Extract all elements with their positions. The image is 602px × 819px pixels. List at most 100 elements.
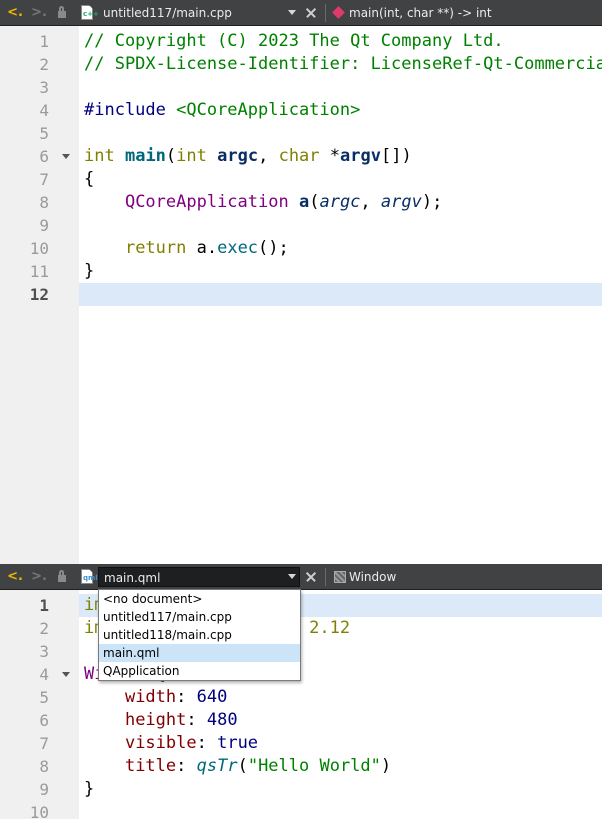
- document-combobox[interactable]: untitled117/main.cpp: [98, 3, 300, 23]
- line-number: 8: [39, 193, 49, 212]
- line-number: 10: [29, 803, 49, 819]
- chevron-down-icon[interactable]: [288, 574, 296, 579]
- code-token: title: [124, 756, 177, 776]
- cpp-file-icon: c++: [81, 5, 99, 20]
- top-code-editor[interactable]: 1 2 3 4 5 6 7 8 9 10 11 12 // Copyright (C) 2023 Th…: [0, 26, 602, 564]
- code-token: argc: [217, 146, 259, 166]
- document-dropdown-list[interactable]: <no document> untitled117/main.cpp untitle…: [98, 589, 301, 681]
- code-line[interactable]: }: [84, 260, 94, 283]
- line-number: 6: [39, 147, 49, 166]
- line-number: 5: [39, 688, 49, 707]
- line-number: 8: [39, 757, 49, 776]
- back-arrow-icon[interactable]: <.: [6, 0, 24, 26]
- close-icon[interactable]: [305, 0, 319, 26]
- code-line[interactable]: int main(int argc, char *argv[]): [84, 145, 412, 168]
- code-line[interactable]: QCoreApplication a(argc, argv);: [84, 191, 442, 214]
- code-line[interactable]: #include <QCoreApplication>: [84, 99, 360, 122]
- code-token: []): [380, 146, 412, 166]
- back-arrow-icon[interactable]: <.: [6, 564, 24, 590]
- line-number-gutter[interactable]: 1 2 3 4 5 6 7 8 9 10: [0, 590, 79, 819]
- line-number: 1: [39, 32, 49, 51]
- code-token: qsTr: [196, 756, 238, 776]
- code-token: argv: [340, 146, 381, 166]
- line-number: 6: [39, 711, 49, 730]
- bottom-editor-toolbar: <. >. qml main.qml Window: [0, 564, 602, 590]
- code-token: a: [298, 192, 310, 212]
- code-token: 640: [196, 687, 228, 707]
- lock-icon[interactable]: [55, 0, 69, 26]
- qml-file-icon: qml: [81, 569, 98, 584]
- fold-arrow-icon[interactable]: [62, 154, 70, 159]
- document-combobox[interactable]: main.qml: [98, 567, 300, 587]
- fold-arrow-icon[interactable]: [62, 672, 70, 677]
- code-line[interactable]: // Copyright (C) 2023 The Qt Company Ltd…: [84, 30, 504, 53]
- code-line[interactable]: height: 480: [84, 709, 238, 732]
- code-token: true: [217, 733, 259, 753]
- code-token: 480: [206, 710, 238, 730]
- code-line[interactable]: return a.exec();: [84, 237, 289, 260]
- code-token: "Hello World": [247, 756, 381, 776]
- dropdown-item[interactable]: <no document>: [99, 590, 300, 608]
- code-token: (: [309, 192, 320, 212]
- code-token: }: [84, 261, 95, 281]
- code-token: :: [196, 733, 218, 753]
- lock-icon[interactable]: [55, 564, 69, 590]
- code-area[interactable]: // Copyright (C) 2023 The Qt Company Ltd…: [84, 26, 602, 564]
- dropdown-item[interactable]: QApplication: [99, 662, 300, 680]
- code-line[interactable]: width: 640: [84, 686, 227, 709]
- code-token: exec: [217, 238, 259, 258]
- symbol-combobox[interactable]: Window: [349, 564, 396, 590]
- code-token: int: [176, 146, 207, 166]
- line-number-gutter[interactable]: 1 2 3 4 5 6 7 8 9 10 11 12: [0, 26, 79, 564]
- code-line[interactable]: {: [84, 168, 94, 191]
- line-number: 3: [39, 642, 49, 661]
- code-token: a.: [186, 238, 218, 258]
- code-token: }: [84, 779, 95, 799]
- code-token: {: [84, 169, 95, 189]
- code-token: *: [319, 146, 341, 166]
- symbol-combobox[interactable]: main(int, char **) -> int: [349, 0, 492, 26]
- toolbar-separator: [325, 4, 326, 22]
- code-token: ,: [258, 146, 279, 166]
- line-number: 2: [39, 55, 49, 74]
- code-token: int: [84, 146, 115, 166]
- code-token: width: [124, 687, 177, 707]
- line-number: 3: [39, 78, 49, 97]
- top-editor-pane: <. >. c++ untitled117/main.cpp main(int,…: [0, 0, 602, 564]
- dropdown-item[interactable]: main.qml: [99, 644, 300, 662]
- code-token: :: [176, 687, 197, 707]
- code-token: argc: [319, 192, 361, 212]
- code-token: ): [380, 756, 392, 776]
- code-line[interactable]: // SPDX-License-Identifier: LicenseRef-Q…: [84, 53, 602, 76]
- line-number: 10: [29, 239, 49, 258]
- line-number: 4: [39, 101, 49, 120]
- bottom-code-editor[interactable]: 12345678910 import QtQuick 2.12import Qt…: [0, 590, 602, 819]
- forward-arrow-icon[interactable]: >.: [30, 564, 48, 590]
- line-number: 7: [39, 170, 49, 189]
- chevron-down-icon[interactable]: [288, 10, 296, 15]
- line-number: 7: [39, 734, 49, 753]
- dropdown-item[interactable]: untitled118/main.cpp: [99, 626, 300, 644]
- dropdown-item[interactable]: untitled117/main.cpp: [99, 608, 300, 626]
- close-icon[interactable]: [305, 564, 319, 590]
- code-token: visible: [124, 733, 197, 753]
- forward-arrow-icon[interactable]: >.: [30, 0, 48, 26]
- code-line[interactable]: }: [84, 778, 94, 801]
- code-token: QCoreApplication: [124, 192, 289, 212]
- code-token: argv: [380, 192, 422, 212]
- code-line[interactable]: title: qsTr("Hello World"): [84, 755, 391, 778]
- code-token: :: [186, 710, 207, 730]
- code-token: ,: [360, 192, 381, 212]
- code-token: (: [237, 756, 248, 776]
- line-number: 4: [39, 665, 49, 684]
- code-line[interactable]: visible: true: [84, 732, 258, 755]
- code-token: height: [124, 710, 187, 730]
- code-token: main: [124, 146, 166, 166]
- code-token: ();: [258, 238, 289, 258]
